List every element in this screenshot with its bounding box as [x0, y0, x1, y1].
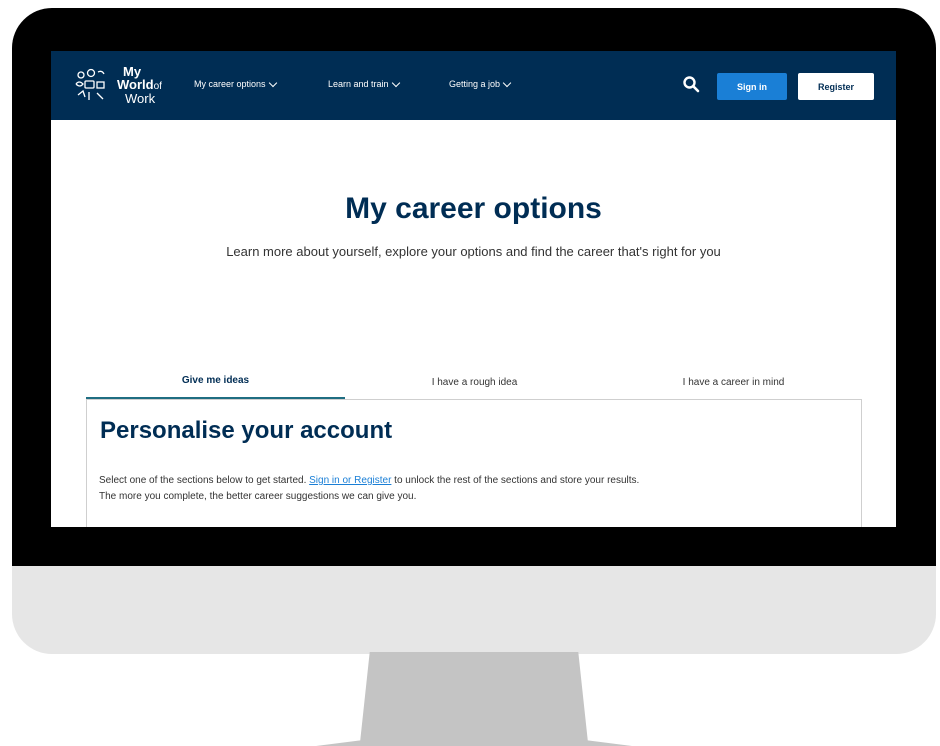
panel-title: Personalise your account	[100, 417, 393, 444]
career-tabs: Give me ideas I have a rough idea I have…	[86, 364, 863, 400]
chevron-down-icon	[268, 78, 277, 87]
tab-rough-idea[interactable]: I have a rough idea	[345, 364, 604, 400]
logo-line-world: Worldof	[117, 78, 162, 92]
screen: My Worldof Work My career options Learn …	[51, 51, 896, 527]
register-button[interactable]: Register	[798, 73, 874, 100]
nav-label: Getting a job	[449, 79, 501, 89]
panel-text-after: to unlock the rest of the sections and s…	[391, 475, 640, 486]
nav-learn-and-train[interactable]: Learn and train	[328, 78, 400, 89]
tab-career-in-mind[interactable]: I have a career in mind	[604, 364, 863, 400]
site-logo[interactable]: My Worldof Work	[73, 64, 183, 108]
top-navigation: My Worldof Work My career options Learn …	[51, 51, 896, 120]
page-title: My career options	[345, 192, 602, 225]
nav-label: My career options	[194, 79, 266, 89]
panel-description: Select one of the sections below to get …	[99, 473, 699, 505]
sign-in-register-link[interactable]: Sign in or Register	[309, 475, 391, 486]
logo-line-work: Work	[125, 91, 156, 106]
tab-give-me-ideas[interactable]: Give me ideas	[86, 364, 345, 400]
logo-world-text: World	[117, 77, 154, 92]
panel-text-before: Select one of the sections below to get …	[99, 475, 310, 486]
sign-in-button[interactable]: Sign in	[717, 73, 787, 100]
chevron-down-icon	[502, 78, 512, 87]
logo-icons	[75, 68, 105, 100]
chevron-down-icon	[391, 78, 400, 87]
monitor-stand	[316, 652, 632, 746]
nav-my-career-options[interactable]: My career options	[194, 78, 277, 89]
search-icon[interactable]	[682, 75, 700, 93]
page-subtitle: Learn more about yourself, explore your …	[226, 244, 721, 259]
nav-getting-a-job[interactable]: Getting a job	[449, 78, 512, 89]
nav-label: Learn and train	[328, 79, 389, 89]
panel-text-line2: The more you complete, the better career…	[99, 491, 417, 502]
personalise-panel: Personalise your account Select one of t…	[86, 399, 862, 527]
